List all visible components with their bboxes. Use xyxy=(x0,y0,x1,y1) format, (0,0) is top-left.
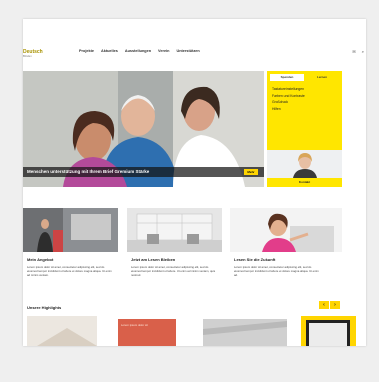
contact-strip[interactable]: Kontakt xyxy=(267,178,342,187)
highlight-image xyxy=(27,316,97,346)
logo-subtext: Blinden xyxy=(23,55,32,58)
highlight-item[interactable] xyxy=(27,316,97,346)
card-title: Lesen Sie die Zukunft xyxy=(234,257,276,262)
utility-nav: ✉ ⌕ xyxy=(352,49,364,54)
hero-caption-bar: Menschen unterstützung mit Ihrem Brief G… xyxy=(23,167,264,177)
hero-more-button[interactable]: Mehr xyxy=(244,169,258,175)
card-text: Lorem ipsum dolor sit amet, consectetur … xyxy=(131,265,216,278)
card-title: Jetzt am Lesen Bleiben xyxy=(131,257,176,262)
hero-caption-text: Menschen unterstützung mit Ihrem Brief G… xyxy=(27,169,150,174)
card-image xyxy=(23,208,118,252)
card-text: Lorem ipsum dolor sit amet, consectetur … xyxy=(234,265,319,278)
highlights-pager: ‹ › xyxy=(319,301,340,309)
tablet-screen xyxy=(306,320,350,346)
card-title: Mein Angebot xyxy=(27,257,54,262)
card-image xyxy=(127,208,222,252)
hero-banner[interactable]: Menschen unterstützung mit Ihrem Brief G… xyxy=(23,71,264,187)
teaser-card[interactable]: Jetzt am Lesen Bleiben Lorem ipsum dolor… xyxy=(127,208,222,299)
quick-access-tabs: Spenden Lernen xyxy=(267,71,342,81)
nav-item-ausstellungen[interactable]: Ausstellungen xyxy=(125,49,151,53)
teaser-card[interactable]: Lesen Sie die Zukunft Lorem ipsum dolor … xyxy=(230,208,342,299)
search-icon[interactable]: ⌕ xyxy=(362,49,364,54)
card-text: Lorem ipsum dolor sit amet, consectetur … xyxy=(27,265,112,278)
mail-icon[interactable]: ✉ xyxy=(352,49,355,54)
tab-spenden[interactable]: Spenden xyxy=(270,74,304,81)
next-arrow-icon[interactable]: › xyxy=(330,301,340,309)
teaser-card[interactable]: Mein Angebot Lorem ipsum dolor sit amet,… xyxy=(23,208,118,299)
card-image xyxy=(230,208,342,252)
highlight-item[interactable]: Lorem ipsum dolor sit xyxy=(118,319,176,346)
contact-person-image xyxy=(267,150,342,178)
highlight-text: Lorem ipsum dolor sit xyxy=(121,323,148,327)
highlight-image xyxy=(203,319,287,346)
highlight-item[interactable] xyxy=(203,319,287,346)
quick-link[interactable]: Hilfen xyxy=(272,106,338,113)
highlights-title: Unsere Highlights xyxy=(27,305,62,310)
nav-item-aktuelles[interactable]: Aktuelles xyxy=(101,49,118,53)
tab-lernen[interactable]: Lernen xyxy=(305,74,339,81)
nav-item-projekte[interactable]: Projekte xyxy=(79,49,94,53)
site-logo[interactable]: Deutsch Blinden xyxy=(23,50,43,59)
nav-item-unterstuetzen[interactable]: Unterstützen xyxy=(176,49,199,53)
quick-links: Tastatureinstellungen Farben und Kontras… xyxy=(267,81,342,112)
prev-arrow-icon[interactable]: ‹ xyxy=(319,301,329,309)
nav-item-verein[interactable]: Verein xyxy=(158,49,169,53)
highlight-item[interactable] xyxy=(301,316,356,346)
main-nav: Projekte Aktuelles Ausstellungen Verein … xyxy=(79,49,200,53)
contact-photo xyxy=(267,150,342,178)
quick-access-box: Spenden Lernen Tastatureinstellungen Far… xyxy=(267,71,342,150)
